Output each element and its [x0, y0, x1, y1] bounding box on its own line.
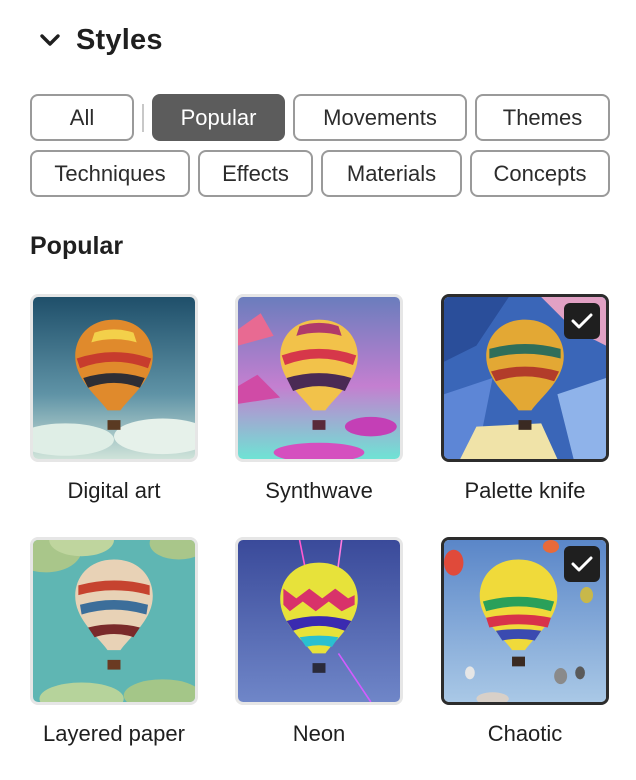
style-label: Palette knife — [464, 478, 586, 503]
filter-chip-materials[interactable]: Materials — [321, 150, 462, 197]
synthwave-thumbnail — [235, 294, 403, 462]
filter-chip-all[interactable]: All — [30, 94, 134, 141]
styles-panel: Styles All Popular Movements Themes Tech… — [0, 0, 636, 780]
selected-check-icon — [564, 546, 600, 582]
style-tile-palette-knife[interactable]: Palette knife — [441, 294, 609, 504]
popular-section-title: Popular — [30, 232, 124, 260]
filter-chip-concepts[interactable]: Concepts — [470, 150, 610, 197]
digital-art-thumbnail — [30, 294, 198, 462]
filter-chip-effects[interactable]: Effects — [198, 150, 313, 197]
style-label: Layered paper — [43, 721, 185, 746]
style-tile-neon[interactable]: Neon — [235, 537, 403, 747]
styles-section-toggle[interactable]: Styles — [36, 20, 163, 60]
chevron-down-icon — [36, 26, 64, 54]
style-tile-synthwave[interactable]: Synthwave — [235, 294, 403, 504]
style-tile-layered-paper[interactable]: Layered paper — [30, 537, 198, 747]
filter-chip-themes[interactable]: Themes — [475, 94, 610, 141]
filter-chip-movements[interactable]: Movements — [293, 94, 467, 141]
style-label: Neon — [292, 721, 346, 746]
style-label: Synthwave — [265, 478, 373, 503]
selected-check-icon — [564, 303, 600, 339]
styles-title: Styles — [76, 23, 163, 56]
style-label: Digital art — [67, 478, 161, 503]
neon-thumbnail — [235, 537, 403, 705]
filter-chip-techniques[interactable]: Techniques — [30, 150, 190, 197]
style-tile-chaotic[interactable]: Chaotic — [441, 537, 609, 747]
layered-paper-thumbnail — [30, 537, 198, 705]
filter-chip-popular[interactable]: Popular — [152, 94, 285, 141]
chaotic-thumbnail — [441, 537, 609, 705]
style-label: Chaotic — [487, 721, 563, 746]
filter-divider — [142, 104, 144, 132]
style-tile-digital-art[interactable]: Digital art — [30, 294, 198, 504]
palette-knife-thumbnail — [441, 294, 609, 462]
